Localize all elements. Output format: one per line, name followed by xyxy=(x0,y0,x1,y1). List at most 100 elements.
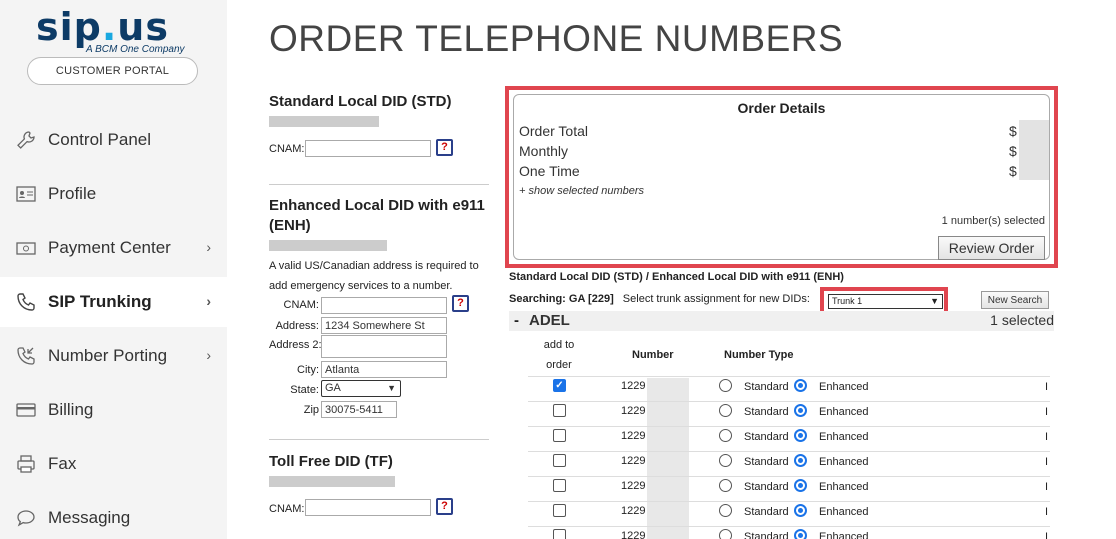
standard-radio[interactable] xyxy=(719,504,732,517)
group-name: ADEL xyxy=(529,312,570,329)
chat-bubble-icon xyxy=(14,506,38,530)
enhanced-label: Enhanced xyxy=(819,431,869,443)
truncated-column: I xyxy=(1045,431,1049,443)
std-cnam-label: CNAM: xyxy=(269,143,305,155)
enhanced-radio[interactable] xyxy=(794,529,807,539)
redacted-price xyxy=(269,476,395,487)
sidebar-item-label: Control Panel xyxy=(48,130,152,149)
page-title: ORDER TELEPHONE NUMBERS xyxy=(269,18,844,59)
city-input[interactable] xyxy=(321,361,447,378)
enh-help-icon[interactable]: ? xyxy=(452,295,469,312)
std-help-icon[interactable]: ? xyxy=(436,139,453,156)
group-header-adel[interactable]: - ADEL 1 selected xyxy=(509,311,1054,331)
search-heading: Standard Local DID (STD) / Enhanced Loca… xyxy=(509,271,844,283)
state-select[interactable]: GA ▼ xyxy=(321,380,401,397)
sip-us-logo[interactable]: sip.us A BCM One Company xyxy=(36,8,196,58)
enhanced-radio[interactable] xyxy=(794,454,807,467)
redacted-price xyxy=(269,240,387,251)
add-to-order-checkbox[interactable] xyxy=(553,454,566,467)
credit-card-icon xyxy=(14,398,38,422)
tf-help-icon[interactable]: ? xyxy=(436,498,453,515)
collapse-toggle[interactable]: - xyxy=(514,312,519,329)
enhanced-radio[interactable] xyxy=(794,404,807,417)
std-section-title: Standard Local DID (STD) xyxy=(269,93,452,110)
enhanced-label: Enhanced xyxy=(819,481,869,493)
truncated-column: I xyxy=(1045,531,1049,539)
phone-number: 1229 xyxy=(621,430,646,442)
divider xyxy=(269,184,489,185)
phone-number: 1229 xyxy=(621,480,646,492)
review-order-button[interactable]: Review Order xyxy=(938,236,1045,260)
enhanced-label: Enhanced xyxy=(819,381,869,393)
sidebar-item-control-panel[interactable]: Control Panel xyxy=(0,115,227,165)
row-divider xyxy=(528,476,1050,477)
enhanced-radio[interactable] xyxy=(794,429,807,442)
truncated-column: I xyxy=(1045,456,1049,468)
currency-symbol: $ xyxy=(1009,143,1017,159)
trunk-select[interactable]: Trunk 1 ▼ xyxy=(828,294,943,309)
currency-symbol: $ xyxy=(1009,123,1017,139)
column-header-number-type: Number Type xyxy=(724,349,794,361)
show-selected-numbers-link[interactable]: + show selected numbers xyxy=(519,185,644,197)
sidebar-item-number-porting[interactable]: Number Porting › xyxy=(0,331,227,381)
standard-radio[interactable] xyxy=(719,429,732,442)
phone-number: 1229 xyxy=(621,380,646,392)
phone-number: 1229 xyxy=(621,530,646,539)
row-divider xyxy=(528,401,1050,402)
add-to-order-checkbox[interactable] xyxy=(553,529,566,539)
enh-cnam-label: CNAM: xyxy=(283,299,319,311)
std-cnam-input[interactable] xyxy=(305,140,431,157)
customer-portal-button[interactable]: CUSTOMER PORTAL xyxy=(27,57,198,85)
add-to-order-checkbox[interactable]: ✓ xyxy=(553,379,566,392)
standard-radio[interactable] xyxy=(719,529,732,539)
sidebar-item-fax[interactable]: Fax xyxy=(0,439,227,489)
add-to-order-checkbox[interactable] xyxy=(553,504,566,517)
truncated-column: I xyxy=(1045,506,1049,518)
add-to-order-checkbox[interactable] xyxy=(553,429,566,442)
chevron-down-icon: ▼ xyxy=(930,296,939,306)
standard-radio[interactable] xyxy=(719,479,732,492)
sidebar-item-label: Number Porting xyxy=(48,346,168,365)
standard-radio[interactable] xyxy=(719,379,732,392)
address2-input[interactable] xyxy=(321,335,447,358)
id-card-icon xyxy=(14,182,38,206)
standard-radio[interactable] xyxy=(719,454,732,467)
row-divider xyxy=(528,426,1050,427)
enhanced-radio[interactable] xyxy=(794,379,807,392)
sidebar-item-sip-trunking[interactable]: SIP Trunking › xyxy=(0,277,227,327)
sidebar-item-messaging[interactable]: Messaging xyxy=(0,493,227,539)
add-to-order-checkbox[interactable] xyxy=(553,404,566,417)
enh-note-line1: A valid US/Canadian address is required … xyxy=(269,260,479,272)
enh-note-line2: add emergency services to a number. xyxy=(269,280,453,292)
order-details-title: Order Details xyxy=(737,100,826,116)
add-to-order-checkbox[interactable] xyxy=(553,479,566,492)
standard-label: Standard xyxy=(744,406,789,418)
sidebar-item-billing[interactable]: Billing xyxy=(0,385,227,435)
sidebar-item-payment-center[interactable]: Payment Center › xyxy=(0,223,227,273)
phone-number: 1229 xyxy=(621,405,646,417)
address-input[interactable] xyxy=(321,317,447,334)
new-search-button[interactable]: New Search xyxy=(981,291,1049,309)
enh-section-title-suffix: (ENH) xyxy=(269,217,311,234)
standard-label: Standard xyxy=(744,481,789,493)
redacted-amounts xyxy=(1019,120,1049,180)
sidebar-item-profile[interactable]: Profile xyxy=(0,169,227,219)
trunk-prompt: Select trunk assignment for new DIDs: xyxy=(622,293,810,305)
enhanced-label: Enhanced xyxy=(819,456,869,468)
state-label: State: xyxy=(290,384,319,396)
column-header-number: Number xyxy=(632,349,674,361)
phone-incoming-icon xyxy=(14,344,38,368)
tf-cnam-input[interactable] xyxy=(305,499,431,516)
phone-number: 1229 xyxy=(621,455,646,467)
standard-label: Standard xyxy=(744,381,789,393)
zip-input[interactable] xyxy=(321,401,397,418)
chevron-right-icon: › xyxy=(206,293,211,309)
cash-icon xyxy=(14,236,38,260)
order-details-panel: Order Details Order Total Monthly One Ti… xyxy=(513,94,1050,260)
enh-cnam-input[interactable] xyxy=(321,297,447,314)
enhanced-radio[interactable] xyxy=(794,479,807,492)
enhanced-radio[interactable] xyxy=(794,504,807,517)
standard-radio[interactable] xyxy=(719,404,732,417)
monthly-label: Monthly xyxy=(519,143,569,159)
standard-label: Standard xyxy=(744,531,789,539)
